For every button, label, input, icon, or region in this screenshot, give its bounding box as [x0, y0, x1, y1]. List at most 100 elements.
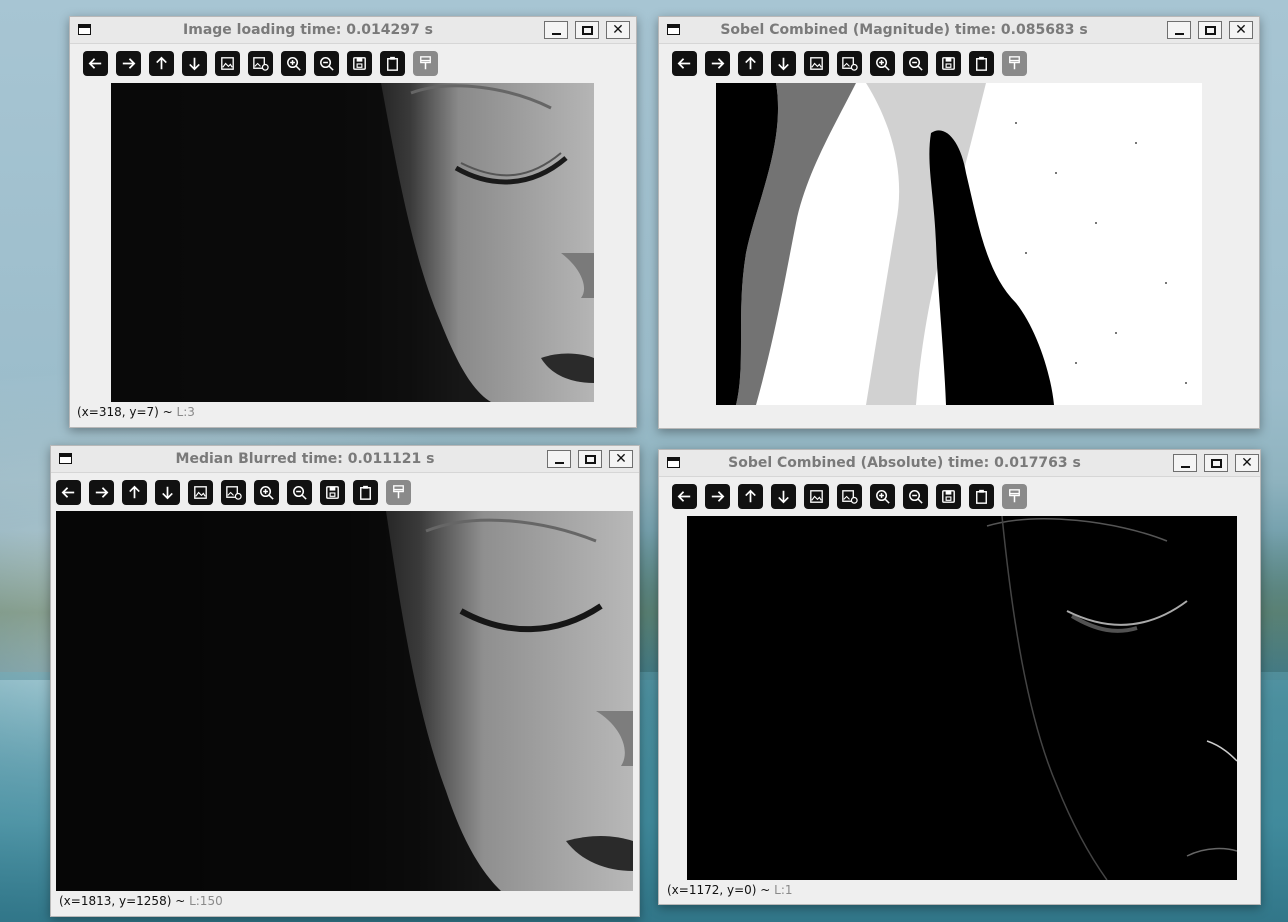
image-settings-button[interactable]: [837, 51, 862, 76]
maximize-button[interactable]: [1198, 21, 1222, 39]
sobel-magnitude-image: [716, 83, 1202, 405]
clipboard-button[interactable]: [380, 51, 405, 76]
arrow-up-button[interactable]: [149, 51, 174, 76]
clipboard-button[interactable]: [969, 484, 994, 509]
zoom-out-button[interactable]: [287, 480, 312, 505]
zoom-in-button[interactable]: [870, 484, 895, 509]
image-icon: [194, 486, 207, 499]
save-icon: [353, 57, 366, 70]
arrow-left-icon: [88, 58, 102, 69]
paint-brush-icon: [1009, 56, 1020, 70]
image-canvas[interactable]: [56, 511, 633, 891]
clipboard-icon: [976, 56, 987, 71]
titlebar[interactable]: Sobel Combined (Absolute) time: 0.017763…: [659, 450, 1260, 477]
save-button[interactable]: [936, 484, 961, 509]
titlebar[interactable]: Image loading time: 0.014297 s ✕: [70, 17, 636, 44]
minimize-button[interactable]: [1173, 454, 1197, 472]
zoom-out-button[interactable]: [903, 484, 928, 509]
status-level: L:3: [176, 405, 195, 419]
arrow-down-button[interactable]: [155, 480, 180, 505]
arrow-left-button[interactable]: [83, 51, 108, 76]
image-button[interactable]: [804, 51, 829, 76]
image-button[interactable]: [804, 484, 829, 509]
paint-brush-button[interactable]: [413, 51, 438, 76]
arrow-left-button[interactable]: [672, 51, 697, 76]
maximize-icon: [1210, 458, 1222, 468]
close-button[interactable]: ✕: [606, 21, 630, 39]
minimize-button[interactable]: [544, 21, 568, 39]
close-button[interactable]: ✕: [1229, 21, 1253, 39]
titlebar[interactable]: Sobel Combined (Magnitude) time: 0.08568…: [659, 17, 1259, 44]
maximize-icon: [1204, 25, 1216, 35]
arrow-down-icon: [189, 57, 200, 71]
window-title: Sobel Combined (Absolute) time: 0.017763…: [728, 455, 1081, 471]
zoom-in-button[interactable]: [281, 51, 306, 76]
image-icon: [221, 57, 234, 70]
clipboard-button[interactable]: [969, 51, 994, 76]
zoom-in-button[interactable]: [254, 480, 279, 505]
image-button[interactable]: [188, 480, 213, 505]
save-button[interactable]: [936, 51, 961, 76]
titlebar[interactable]: Median Blurred time: 0.011121 s ✕: [51, 446, 639, 473]
image-settings-button[interactable]: [221, 480, 246, 505]
paint-brush-button[interactable]: [386, 480, 411, 505]
maximize-icon: [584, 454, 596, 464]
arrow-up-button[interactable]: [738, 51, 763, 76]
zoom-in-button[interactable]: [870, 51, 895, 76]
minimize-icon: [1174, 33, 1184, 35]
arrow-left-button[interactable]: [56, 480, 81, 505]
clipboard-button[interactable]: [353, 480, 378, 505]
image-icon: [810, 490, 823, 503]
toolbar: [659, 477, 1260, 511]
arrow-right-button[interactable]: [89, 480, 114, 505]
arrow-down-button[interactable]: [771, 51, 796, 76]
zoom-out-button[interactable]: [903, 51, 928, 76]
window-median-blurred[interactable]: Median Blurred time: 0.011121 s ✕ (x=181…: [50, 445, 640, 917]
maximize-button[interactable]: [575, 21, 599, 39]
paint-brush-icon: [393, 485, 404, 499]
arrow-left-icon: [677, 491, 691, 502]
status-coordinates: (x=1813, y=1258) ~: [59, 894, 190, 908]
image-settings-icon: [842, 490, 858, 504]
minimize-button[interactable]: [1167, 21, 1191, 39]
minimize-button[interactable]: [547, 450, 571, 468]
status-level: L:1: [774, 883, 793, 897]
arrow-right-button[interactable]: [705, 484, 730, 509]
arrow-right-button[interactable]: [116, 51, 141, 76]
close-button[interactable]: ✕: [609, 450, 633, 468]
arrow-up-icon: [745, 56, 756, 70]
image-settings-button[interactable]: [837, 484, 862, 509]
window-original[interactable]: Image loading time: 0.014297 s ✕ (x=318,…: [69, 16, 637, 428]
image-canvas[interactable]: [687, 516, 1237, 880]
image-canvas[interactable]: [111, 83, 594, 402]
maximize-icon: [581, 25, 593, 35]
close-button[interactable]: ✕: [1235, 454, 1259, 472]
paint-brush-button[interactable]: [1002, 51, 1027, 76]
zoom-in-icon: [876, 490, 890, 504]
save-button[interactable]: [320, 480, 345, 505]
zoom-in-icon: [876, 57, 890, 71]
arrow-up-button[interactable]: [738, 484, 763, 509]
clipboard-icon: [976, 489, 987, 504]
arrow-right-button[interactable]: [705, 51, 730, 76]
maximize-button[interactable]: [1204, 454, 1228, 472]
image-button[interactable]: [215, 51, 240, 76]
image-settings-button[interactable]: [248, 51, 273, 76]
image-canvas[interactable]: [716, 83, 1202, 405]
window-title: Median Blurred time: 0.011121 s: [175, 451, 435, 467]
window-sobel-magnitude[interactable]: Sobel Combined (Magnitude) time: 0.08568…: [658, 16, 1260, 429]
zoom-out-button[interactable]: [314, 51, 339, 76]
save-button[interactable]: [347, 51, 372, 76]
arrow-down-button[interactable]: [182, 51, 207, 76]
window-sobel-absolute[interactable]: Sobel Combined (Absolute) time: 0.017763…: [658, 449, 1261, 905]
save-icon: [942, 57, 955, 70]
paint-brush-button[interactable]: [1002, 484, 1027, 509]
arrow-up-button[interactable]: [122, 480, 147, 505]
arrow-down-button[interactable]: [771, 484, 796, 509]
arrow-left-button[interactable]: [672, 484, 697, 509]
close-icon: ✕: [1241, 455, 1253, 471]
arrow-right-icon: [711, 491, 725, 502]
status-level: L:150: [189, 894, 223, 908]
minimize-icon: [554, 462, 564, 464]
maximize-button[interactable]: [578, 450, 602, 468]
